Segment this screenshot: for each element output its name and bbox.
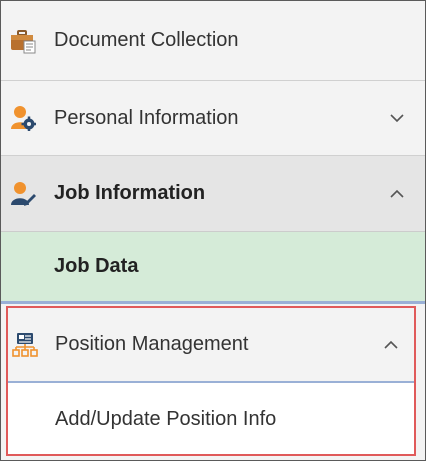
- nav-item-label: Add/Update Position Info: [55, 408, 277, 430]
- side-navigation: Document Collection Personal Information…: [0, 0, 426, 461]
- person-gear-icon: [11, 106, 36, 131]
- nav-item-personal-information[interactable]: Personal Information: [1, 81, 425, 156]
- chevron-up-icon[interactable]: [383, 337, 399, 353]
- nav-item-position-management[interactable]: Position Management: [8, 308, 414, 383]
- org-chart-icon: [12, 332, 38, 357]
- nav-item-label: Job Data: [54, 255, 139, 277]
- nav-item-label: Position Management: [55, 333, 249, 355]
- nav-subitem-add-update-position-info[interactable]: Add/Update Position Info: [8, 385, 414, 454]
- nav-item-label: Personal Information: [54, 106, 239, 129]
- nav-item-job-information[interactable]: Job Information: [1, 156, 425, 232]
- chevron-down-icon[interactable]: [389, 110, 405, 126]
- nav-subitem-job-data[interactable]: Job Data: [1, 232, 425, 304]
- person-pen-icon: [11, 181, 36, 206]
- highlighted-section: Position Management Add/Update Position …: [6, 306, 416, 456]
- nav-item-label: Job Information: [54, 182, 206, 204]
- briefcase-icon: [11, 29, 36, 53]
- nav-item-document-collection[interactable]: Document Collection: [1, 1, 425, 81]
- nav-item-label: Document Collection: [54, 29, 239, 51]
- chevron-up-icon[interactable]: [389, 186, 405, 202]
